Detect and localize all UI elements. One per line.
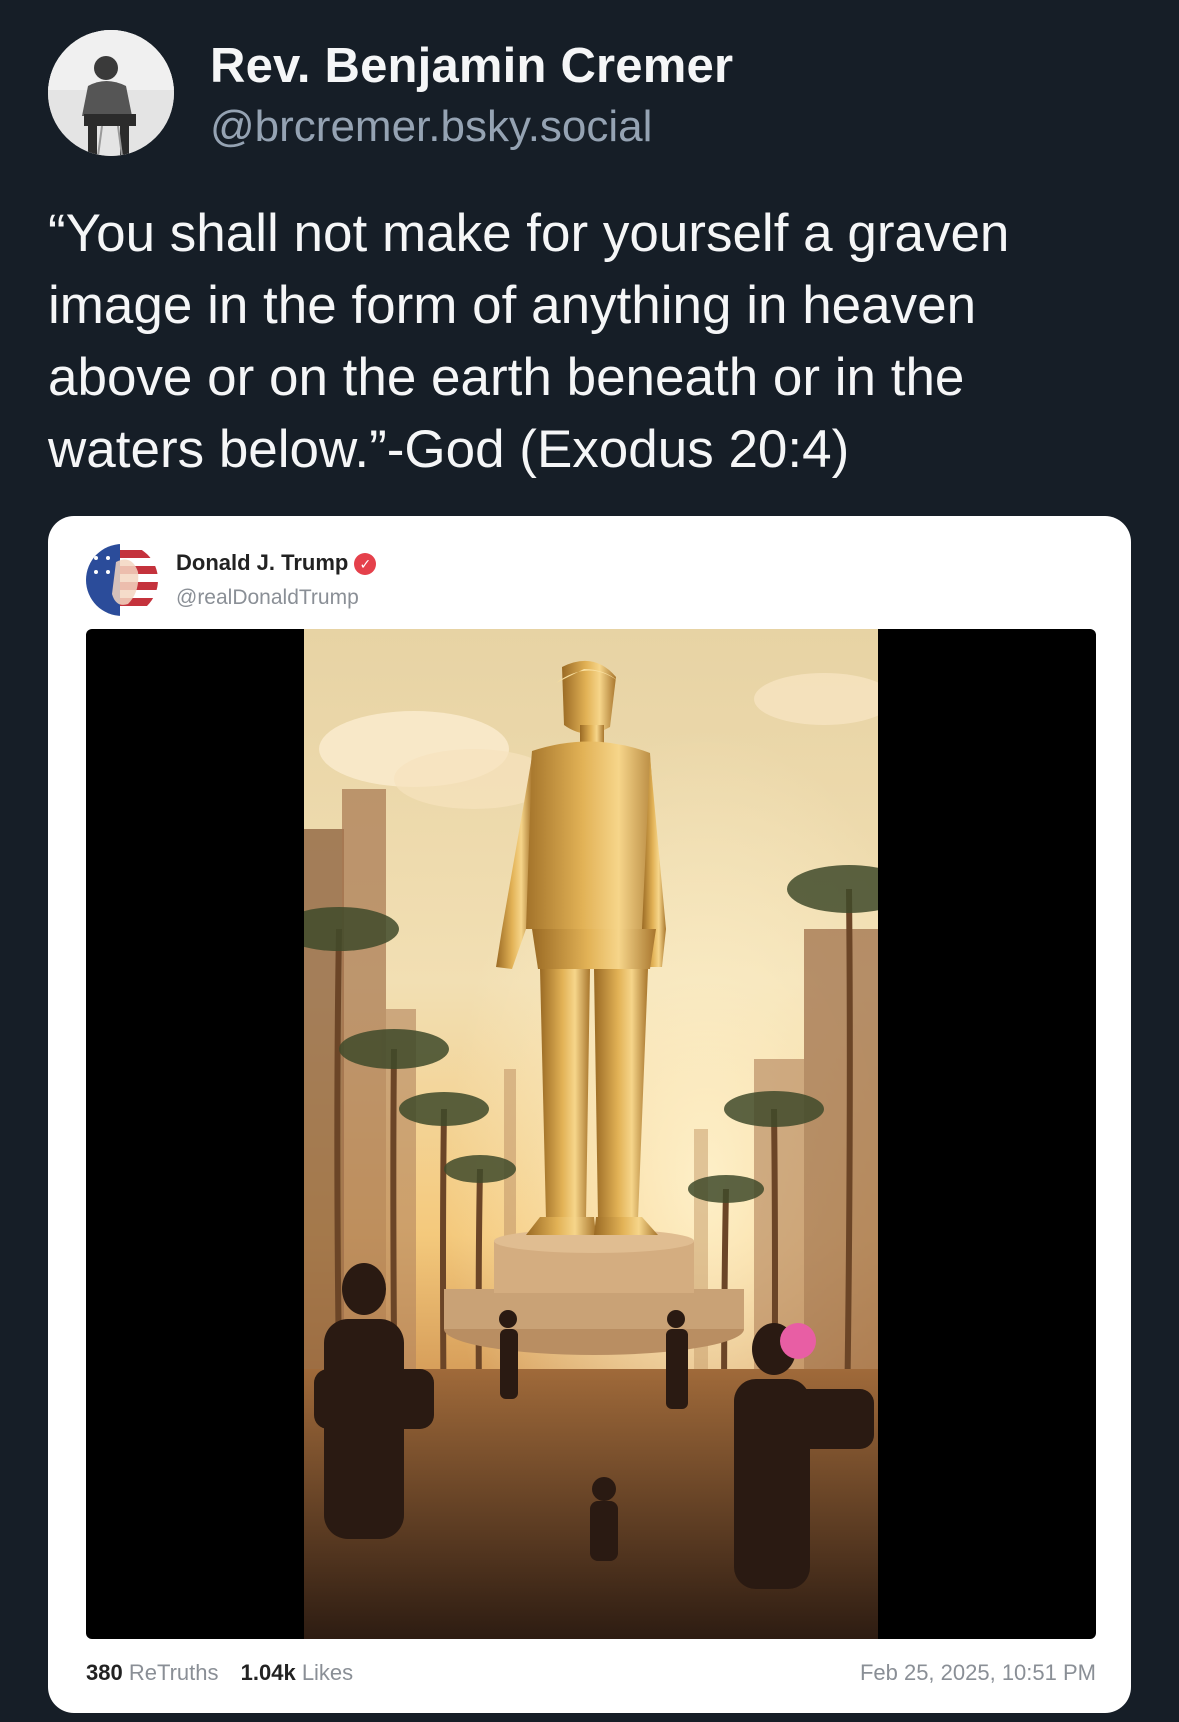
- likes-label: Likes: [301, 1660, 354, 1685]
- person-photo-icon: [48, 30, 174, 156]
- author-handle[interactable]: @brcremer.bsky.social: [210, 102, 652, 152]
- embedded-author-name: Donald J. Trump ✓: [176, 550, 377, 576]
- embedded-media: [86, 629, 1096, 1639]
- embedded-author-avatar: [86, 544, 158, 616]
- check-badge-icon: ✓: [354, 553, 377, 575]
- embedded-timestamp: Feb 25, 2025, 10:51 PM: [859, 1660, 1096, 1685]
- likes-stat: 1.04k Likes: [241, 1660, 354, 1685]
- post-text: “You shall not make for yourself a grave…: [48, 204, 1010, 479]
- retruths-label: ReTruths: [128, 1660, 219, 1685]
- flag-portrait-icon: [86, 544, 158, 616]
- retruths-stat: 380 ReTruths: [86, 1660, 219, 1685]
- retruths-count: 380: [86, 1660, 123, 1685]
- author-avatar[interactable]: [48, 30, 174, 156]
- likes-count: 1.04k: [240, 1660, 296, 1685]
- embedded-author-name-text: Donald J. Trump: [176, 550, 349, 575]
- embedded-footer: 380 ReTruths 1.04k Likes Feb 25, 2025, 1…: [86, 1660, 1096, 1686]
- statue-image: [304, 629, 878, 1639]
- embedded-author-handle: @realDonaldTrump: [176, 586, 359, 609]
- author-display-name[interactable]: Rev. Benjamin Cremer: [210, 38, 733, 94]
- embedded-image-card[interactable]: Donald J. Trump ✓ @realDonaldTrump 380 R…: [48, 516, 1131, 1713]
